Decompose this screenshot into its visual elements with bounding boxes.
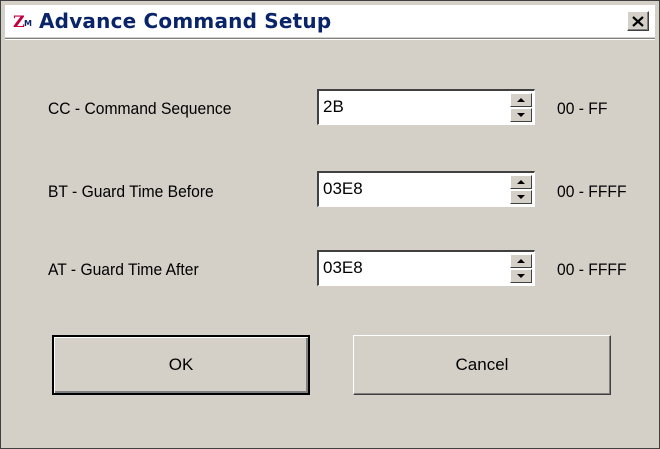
spin-up-button[interactable] bbox=[510, 175, 532, 189]
spin-up-button[interactable] bbox=[510, 93, 532, 107]
guard-time-before-input[interactable] bbox=[323, 178, 493, 200]
spin-down-button[interactable] bbox=[510, 269, 532, 283]
title-separator bbox=[5, 38, 655, 40]
command-sequence-label: CC - Command Sequence bbox=[48, 99, 232, 118]
close-icon bbox=[632, 15, 644, 27]
spin-down-button[interactable] bbox=[510, 190, 532, 204]
guard-time-before-spinner[interactable] bbox=[510, 175, 532, 204]
command-sequence-range: 00 - FF bbox=[557, 99, 608, 118]
arrow-up-icon bbox=[517, 259, 525, 263]
advance-command-setup-dialog: Z M Advance Command Setup CC - Command S… bbox=[0, 0, 660, 449]
arrow-up-icon bbox=[517, 98, 525, 102]
guard-time-after-range: 00 - FFFF bbox=[557, 260, 627, 279]
svg-text:M: M bbox=[24, 19, 32, 28]
ok-button[interactable]: OK bbox=[52, 335, 310, 395]
arrow-up-icon bbox=[517, 180, 525, 184]
arrow-down-icon bbox=[517, 195, 525, 199]
guard-time-after-spinner[interactable] bbox=[510, 254, 532, 283]
arrow-down-icon bbox=[517, 274, 525, 278]
app-icon: Z M bbox=[11, 10, 37, 32]
close-button[interactable] bbox=[627, 11, 649, 31]
arrow-down-icon bbox=[517, 113, 525, 117]
guard-time-after-input[interactable] bbox=[323, 257, 493, 279]
spin-up-button[interactable] bbox=[510, 254, 532, 268]
guard-time-after-label: AT - Guard Time After bbox=[48, 260, 199, 279]
command-sequence-input[interactable] bbox=[323, 96, 493, 118]
title-bar[interactable]: Z M Advance Command Setup bbox=[5, 5, 655, 37]
command-sequence-field[interactable] bbox=[317, 89, 535, 125]
guard-time-before-label: BT - Guard Time Before bbox=[48, 182, 214, 201]
command-sequence-spinner[interactable] bbox=[510, 93, 532, 122]
guard-time-before-field[interactable] bbox=[317, 171, 535, 207]
spin-down-button[interactable] bbox=[510, 108, 532, 122]
cancel-button[interactable]: Cancel bbox=[353, 335, 611, 395]
guard-time-after-field[interactable] bbox=[317, 250, 535, 286]
window-title: Advance Command Setup bbox=[39, 9, 332, 33]
guard-time-before-range: 00 - FFFF bbox=[557, 182, 627, 201]
